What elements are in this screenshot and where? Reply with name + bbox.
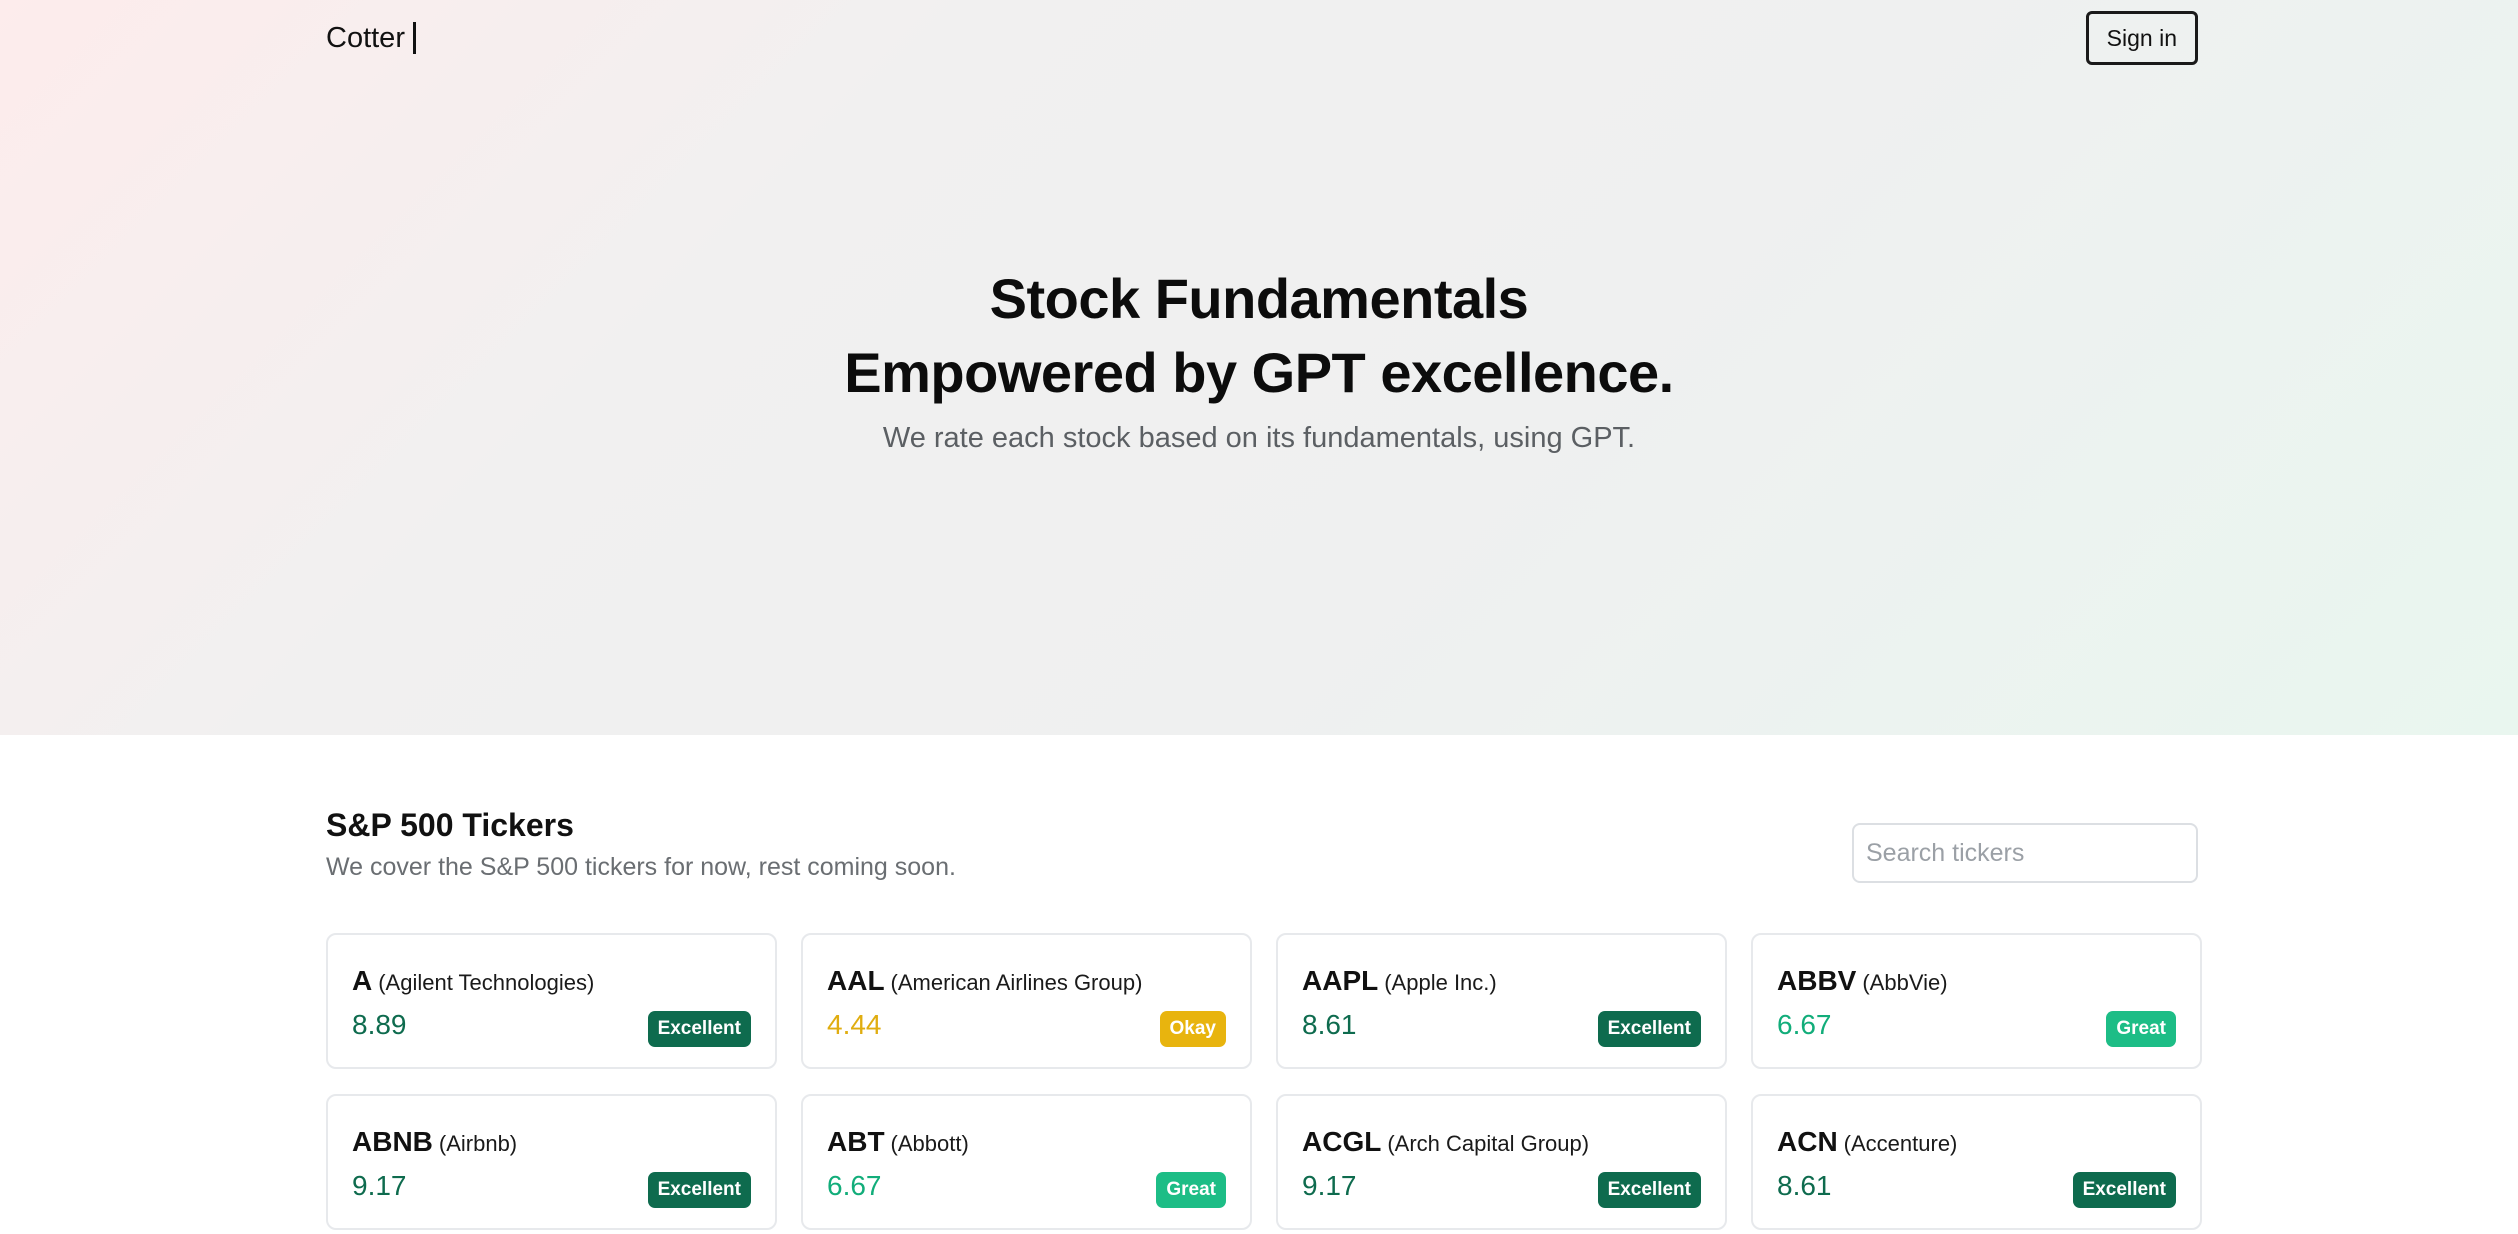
ticker-card[interactable]: ABT (Abbott) 6.67 Great [801,1094,1252,1230]
search-tickers-input[interactable] [1852,823,2198,883]
ticker-card[interactable]: ABNB (Airbnb) 9.17 Excellent [326,1094,777,1230]
ticker-card[interactable]: ABBV (AbbVie) 6.67 Great [1751,933,2202,1069]
section-description: We cover the S&P 500 tickers for now, re… [326,853,956,881]
ticker-card[interactable]: ACN (Accenture) 8.61 Excellent [1751,1094,2202,1230]
tickers-section: S&P 500 Tickers We cover the S&P 500 tic… [326,735,2202,1230]
rating-badge: Great [1156,1172,1226,1208]
ticker-card-title: ACN (Accenture) [1777,1126,1957,1158]
rating-badge: Okay [1159,1011,1226,1047]
company-name: (Agilent Technologies) [378,970,595,995]
ticker-score: 6.67 [827,1170,882,1201]
rating-badge: Excellent [1597,1172,1701,1208]
top-navigation: Cotter Sign in [326,10,2198,66]
ticker-score: 6.67 [1777,1009,1832,1040]
ticker-symbol: ACGL [1302,1126,1382,1157]
brand-cursor-icon [412,22,416,54]
ticker-symbol: ACN [1777,1126,1838,1157]
sign-in-button[interactable]: Sign in [2085,11,2198,65]
ticker-card[interactable]: AAPL (Apple Inc.) 8.61 Excellent [1276,933,1727,1069]
company-name: (Airbnb) [438,1131,518,1156]
ticker-score: 8.61 [1302,1009,1357,1040]
company-name: (Arch Capital Group) [1387,1131,1590,1156]
brand-name: Cotter [326,21,405,54]
company-name: (Apple Inc.) [1384,970,1497,995]
ticker-score: 9.17 [352,1170,407,1201]
ticker-grid: A (Agilent Technologies) 8.89 Excellent A… [326,933,2202,1230]
hero-subtitle: We rate each stock based on its fundamen… [882,422,1636,454]
ticker-score: 8.61 [1777,1170,1832,1201]
rating-badge: Excellent [1597,1011,1701,1047]
company-name: (Abbott) [890,1131,969,1156]
headline-line-1: Stock Fundamentals [989,267,1529,330]
ticker-symbol: A [352,965,373,996]
rating-badge: Excellent [2072,1172,2176,1208]
ticker-card-title: ABBV (AbbVie) [1777,965,1948,997]
ticker-card-title: ABNB (Airbnb) [352,1126,517,1158]
section-title: S&P 500 Tickers [326,807,574,843]
brand-logo[interactable]: Cotter [326,22,416,55]
ticker-symbol: ABNB [352,1126,433,1157]
hero-section: Cotter Sign in Stock Fundamentals Empowe… [0,0,2518,735]
ticker-score: 8.89 [352,1009,407,1040]
ticker-card[interactable]: AAL (American Airlines Group) 4.44 Okay [801,933,1252,1069]
ticker-card-title: ABT (Abbott) [827,1126,969,1158]
headline-line-2: Empowered by GPT excellence. [844,341,1674,404]
ticker-symbol: ABT [827,1126,885,1157]
ticker-card-title: ACGL (Arch Capital Group) [1302,1126,1589,1158]
ticker-symbol: AAPL [1302,965,1379,996]
hero-headline: Stock Fundamentals Empowered by GPT exce… [0,262,2518,410]
ticker-symbol: AAL [827,965,885,996]
rating-badge: Excellent [647,1172,751,1208]
ticker-card-title: A (Agilent Technologies) [352,965,594,997]
ticker-score: 9.17 [1302,1170,1357,1201]
ticker-card-title: AAPL (Apple Inc.) [1302,965,1497,997]
ticker-card[interactable]: A (Agilent Technologies) 8.89 Excellent [326,933,777,1069]
ticker-symbol: ABBV [1777,965,1857,996]
tickers-section-header: S&P 500 Tickers We cover the S&P 500 tic… [326,735,2198,935]
company-name: (American Airlines Group) [890,970,1143,995]
ticker-card-title: AAL (American Airlines Group) [827,965,1142,997]
ticker-card[interactable]: ACGL (Arch Capital Group) 9.17 Excellent [1276,1094,1727,1230]
company-name: (Accenture) [1843,1131,1958,1156]
company-name: (AbbVie) [1862,970,1948,995]
rating-badge: Great [2106,1011,2176,1047]
rating-badge: Excellent [647,1011,751,1047]
ticker-score: 4.44 [827,1009,882,1040]
